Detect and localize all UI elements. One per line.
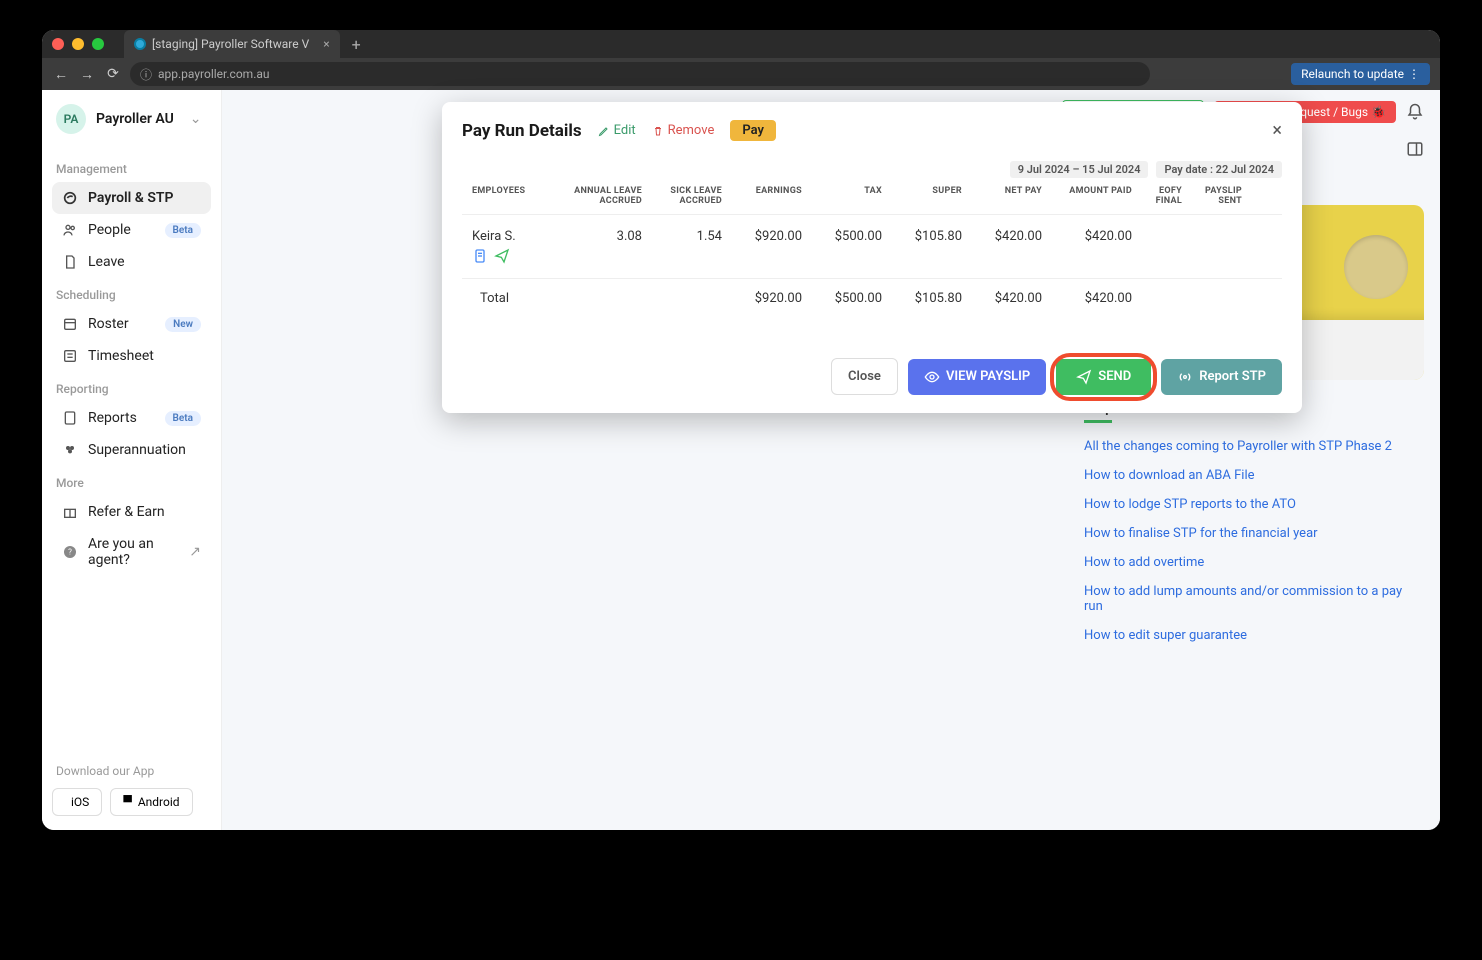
sidebar-item-payroll[interactable]: Payroll & STP bbox=[52, 182, 211, 214]
modal-footer: Close VIEW PAYSLIP SEND Report STP bbox=[462, 358, 1282, 395]
pay-period-chip: 9 Jul 2024 – 15 Jul 2024 bbox=[1010, 161, 1149, 178]
section-reporting: Reporting bbox=[56, 382, 207, 396]
report-stp-button[interactable]: Report STP bbox=[1161, 359, 1282, 395]
window-controls bbox=[52, 38, 104, 50]
article-link[interactable]: How to edit super guarantee bbox=[1084, 628, 1424, 643]
sidebar-item-people[interactable]: People Beta bbox=[52, 214, 211, 246]
new-tab-button[interactable]: + bbox=[352, 35, 361, 54]
people-icon bbox=[62, 222, 78, 238]
tab-close-icon[interactable]: × bbox=[323, 37, 329, 51]
org-name: Payroller AU bbox=[96, 111, 174, 127]
timesheet-icon bbox=[62, 348, 78, 364]
refresh-icon bbox=[62, 190, 78, 206]
broadcast-icon bbox=[1177, 369, 1193, 385]
article-link[interactable]: How to lodge STP reports to the ATO bbox=[1084, 497, 1424, 512]
browser-window: [staging] Payroller Software V × + ← → ⟳… bbox=[42, 30, 1440, 830]
header-underline bbox=[1084, 420, 1112, 423]
minimize-window-icon[interactable] bbox=[72, 38, 84, 50]
pay-run-table: EMPLOYEES ANNUAL LEAVE ACCRUED SICK LEAV… bbox=[462, 186, 1282, 318]
calendar-icon bbox=[62, 316, 78, 332]
eye-icon bbox=[924, 369, 940, 385]
relaunch-button[interactable]: Relaunch to update ⋮ bbox=[1291, 63, 1430, 85]
chevron-down-icon: ⌄ bbox=[190, 111, 202, 127]
ios-download-button[interactable]: iOS bbox=[52, 788, 102, 816]
article-link[interactable]: All the changes coming to Payroller with… bbox=[1084, 439, 1424, 454]
trash-icon bbox=[652, 125, 664, 137]
modal-header: Pay Run Details Edit Remove Pay × bbox=[462, 120, 1282, 141]
tab-bar: [staging] Payroller Software V × + bbox=[42, 30, 1440, 58]
article-link[interactable]: How to add overtime bbox=[1084, 555, 1424, 570]
view-payslip-button[interactable]: VIEW PAYSLIP bbox=[908, 359, 1046, 395]
pay-date-chip: Pay date : 22 Jul 2024 bbox=[1156, 161, 1282, 178]
android-icon: ▀ bbox=[123, 795, 132, 809]
sidebar-footer: Download our App iOS ▀ Android bbox=[52, 754, 211, 816]
sidebar-item-refer[interactable]: Refer & Earn bbox=[52, 496, 211, 528]
file-icon bbox=[62, 254, 78, 270]
url-bar: ← → ⟳ ⓘ app.payroller.com.au Relaunch to… bbox=[42, 58, 1440, 90]
android-download-button[interactable]: ▀ Android bbox=[110, 788, 192, 816]
sidebar-item-roster[interactable]: Roster New bbox=[52, 308, 211, 340]
svg-text:?: ? bbox=[68, 548, 72, 557]
main-content: Join community group 🏳 Feature Request /… bbox=[222, 90, 1440, 830]
close-modal-button[interactable]: × bbox=[1272, 120, 1282, 141]
sidebar-item-timesheet[interactable]: Timesheet bbox=[52, 340, 211, 372]
question-icon: ? bbox=[62, 544, 78, 560]
url-text: app.payroller.com.au bbox=[158, 67, 269, 81]
beta-badge-2: Beta bbox=[165, 411, 201, 426]
report-icon bbox=[62, 410, 78, 426]
back-button[interactable]: ← bbox=[52, 66, 70, 83]
coaster-decoration bbox=[1344, 235, 1408, 299]
table-row: Keira S. 3.08 1.54 bbox=[462, 215, 1282, 279]
gift-icon bbox=[62, 504, 78, 520]
article-link[interactable]: How to add lump amounts and/or commissio… bbox=[1084, 584, 1424, 614]
edit-button[interactable]: Edit bbox=[598, 123, 636, 138]
sidebar-item-leave[interactable]: Leave bbox=[52, 246, 211, 278]
site-info-icon[interactable]: ⓘ bbox=[140, 66, 152, 83]
modal-title: Pay Run Details bbox=[462, 121, 582, 141]
close-button[interactable]: Close bbox=[831, 358, 898, 395]
table-total-row: Total $920.00 $500.00 $105.80 $420.00 $4… bbox=[462, 279, 1282, 318]
address-bar[interactable]: ⓘ app.payroller.com.au bbox=[130, 62, 1150, 86]
close-window-icon[interactable] bbox=[52, 38, 64, 50]
org-avatar: PA bbox=[56, 104, 86, 134]
article-link[interactable]: How to finalise STP for the financial ye… bbox=[1084, 526, 1424, 541]
new-badge: New bbox=[165, 317, 201, 332]
sidebar: PA Payroller AU ⌄ Management Payroll & S… bbox=[42, 90, 222, 830]
remove-button[interactable]: Remove bbox=[652, 123, 715, 138]
article-link[interactable]: How to download an ABA File bbox=[1084, 468, 1424, 483]
tab-title: [staging] Payroller Software V bbox=[152, 37, 309, 51]
date-info: 9 Jul 2024 – 15 Jul 2024 Pay date : 22 J… bbox=[462, 161, 1282, 178]
super-icon bbox=[62, 442, 78, 458]
maximize-window-icon[interactable] bbox=[92, 38, 104, 50]
external-link-icon: ↗ bbox=[189, 544, 201, 560]
reload-button[interactable]: ⟳ bbox=[104, 66, 122, 82]
table-header: EMPLOYEES ANNUAL LEAVE ACCRUED SICK LEAV… bbox=[462, 186, 1282, 215]
pay-run-modal: Pay Run Details Edit Remove Pay × 9 Jul … bbox=[442, 102, 1302, 413]
sidebar-item-super[interactable]: Superannuation bbox=[52, 434, 211, 466]
send-button[interactable]: SEND bbox=[1056, 359, 1151, 395]
paper-plane-icon bbox=[1076, 369, 1092, 385]
panel-toggle-icon[interactable] bbox=[1406, 140, 1424, 158]
beta-badge: Beta bbox=[165, 223, 201, 238]
browser-tab[interactable]: [staging] Payroller Software V × bbox=[124, 30, 340, 58]
section-scheduling: Scheduling bbox=[56, 288, 207, 302]
app-root: PA Payroller AU ⌄ Management Payroll & S… bbox=[42, 90, 1440, 830]
forward-button[interactable]: → bbox=[78, 66, 96, 83]
send-payslip-icon[interactable] bbox=[494, 248, 510, 264]
sidebar-item-agent[interactable]: ? Are you an agent? ↗ bbox=[52, 528, 211, 576]
section-more: More bbox=[56, 476, 207, 490]
payslip-doc-icon[interactable] bbox=[472, 248, 488, 264]
pay-status-chip: Pay bbox=[730, 120, 776, 141]
org-selector[interactable]: PA Payroller AU ⌄ bbox=[52, 104, 211, 134]
employee-cell: Keira S. bbox=[462, 229, 562, 264]
section-management: Management bbox=[56, 162, 207, 176]
download-label: Download our App bbox=[56, 764, 207, 778]
pencil-icon bbox=[598, 125, 610, 137]
favicon-icon bbox=[134, 38, 146, 50]
notification-bell-icon[interactable] bbox=[1406, 103, 1424, 121]
more-icon: ⋮ bbox=[1408, 67, 1420, 81]
sidebar-item-reports[interactable]: Reports Beta bbox=[52, 402, 211, 434]
